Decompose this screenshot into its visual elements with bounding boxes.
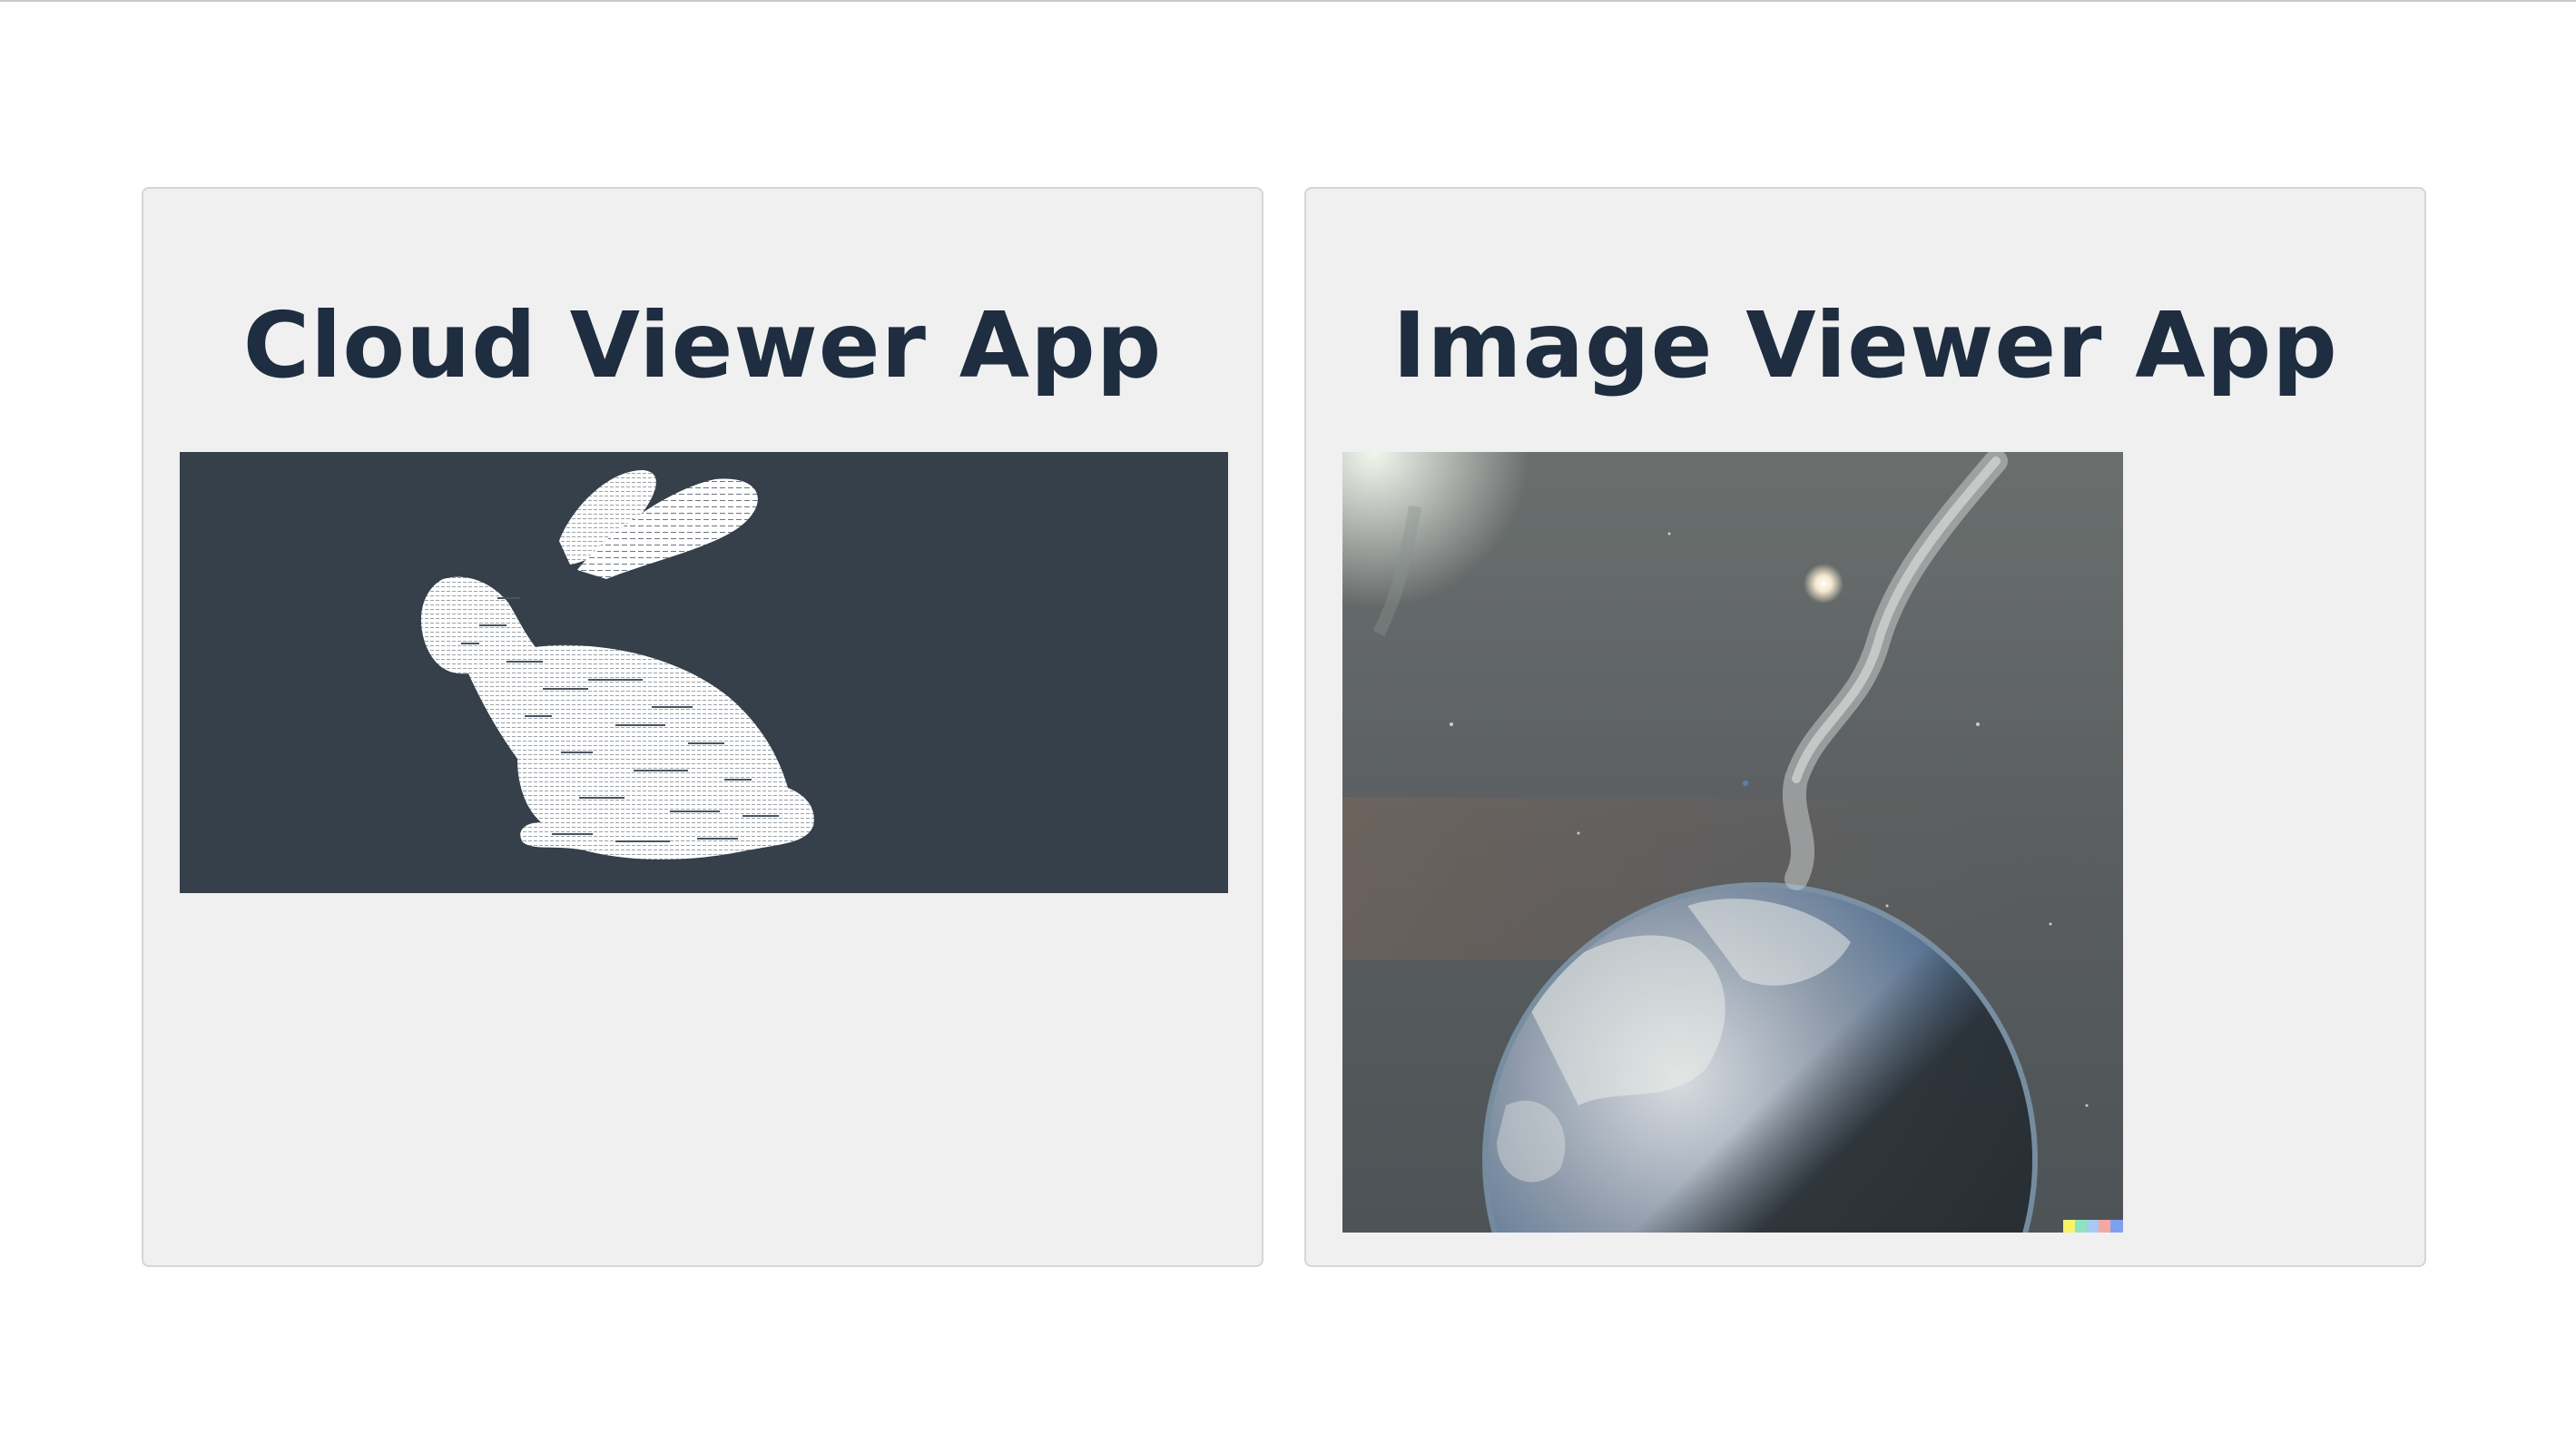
cloud-viewer-card: Cloud Viewer App bbox=[142, 187, 1263, 1267]
cloud-viewer-title: Cloud Viewer App bbox=[242, 292, 1163, 398]
image-viewer-card: Image Viewer App bbox=[1304, 187, 2426, 1267]
bunny-point-cloud bbox=[420, 470, 814, 860]
image-viewer-canvas[interactable] bbox=[1342, 452, 2123, 1233]
point-cloud-viewer-canvas[interactable] bbox=[180, 452, 1228, 893]
image-viewer-title: Image Viewer App bbox=[1392, 292, 2338, 398]
top-divider bbox=[0, 0, 2576, 2]
color-stamp bbox=[2063, 1220, 2123, 1233]
planet-space-image bbox=[1342, 452, 2123, 1233]
